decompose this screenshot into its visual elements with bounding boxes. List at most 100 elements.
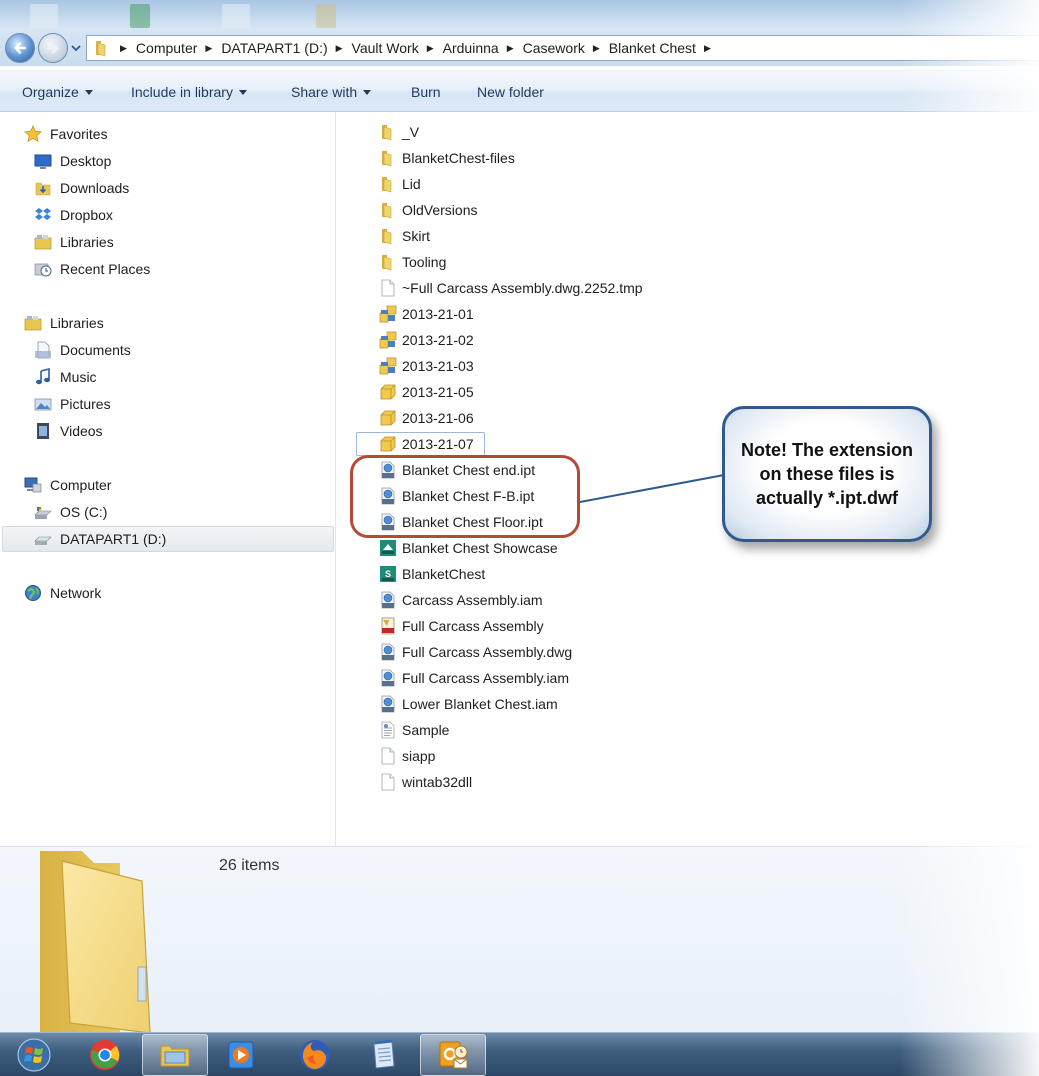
titlebar-ghost-icon bbox=[222, 4, 250, 28]
taskbar-firefox[interactable] bbox=[282, 1034, 348, 1076]
taskbar-notepad[interactable] bbox=[350, 1034, 416, 1076]
part-icon bbox=[380, 436, 396, 452]
breadcrumb-item[interactable]: DATAPART1 (D:) bbox=[221, 40, 327, 56]
breadcrumb-item[interactable]: Arduinna bbox=[443, 40, 499, 56]
nav-item-libraries[interactable]: Libraries bbox=[24, 311, 104, 335]
documents-icon bbox=[35, 341, 51, 359]
desktop-icon bbox=[34, 154, 52, 169]
file-list-item[interactable]: Blanket Chest Showcase bbox=[379, 536, 558, 560]
breadcrumb-separator-icon[interactable]: ▶ bbox=[704, 43, 711, 54]
forward-arrow-icon bbox=[46, 42, 59, 54]
assembly-icon bbox=[379, 357, 397, 375]
new-folder-button[interactable]: New folder bbox=[477, 84, 544, 100]
nav-label: Dropbox bbox=[60, 207, 113, 223]
organize-button[interactable]: Organize bbox=[22, 84, 93, 100]
file-list-item[interactable]: Carcass Assembly.iam bbox=[379, 588, 543, 612]
breadcrumb-separator-icon[interactable]: ▶ bbox=[205, 43, 212, 54]
file-list-item[interactable]: 2013-21-06 bbox=[379, 406, 474, 430]
dwf-file-icon bbox=[379, 669, 397, 687]
file-list-item[interactable]: Lid bbox=[379, 172, 421, 196]
navigation-pane: Favorites Desktop Downloads Dropbox Libr… bbox=[0, 112, 336, 846]
nav-item-downloads[interactable]: Downloads bbox=[34, 176, 129, 200]
nav-label: Desktop bbox=[60, 153, 112, 169]
text-file-icon bbox=[381, 721, 395, 739]
showcase-file-icon bbox=[380, 540, 396, 556]
folder-icon bbox=[382, 125, 392, 141]
breadcrumb-separator-icon[interactable]: ▶ bbox=[507, 43, 514, 54]
nav-item-favorites[interactable]: Favorites bbox=[24, 122, 108, 146]
callout-text: Note! The extension on these files is ac… bbox=[740, 440, 914, 508]
breadcrumb-item[interactable]: Blanket Chest bbox=[609, 40, 696, 56]
breadcrumb-item[interactable]: Casework bbox=[523, 40, 585, 56]
back-button[interactable] bbox=[5, 33, 35, 63]
file-list-item[interactable]: Full Carcass Assembly.dwg bbox=[379, 640, 572, 664]
taskbar-chrome[interactable] bbox=[72, 1034, 138, 1076]
breadcrumb-separator-icon[interactable]: ▶ bbox=[593, 43, 600, 54]
file-list-item[interactable]: _V bbox=[379, 120, 419, 144]
taskbar-media-player[interactable] bbox=[208, 1034, 274, 1076]
address-bar[interactable]: ▶ Computer ▶ DATAPART1 (D:) ▶ Vault Work… bbox=[86, 35, 1039, 61]
nav-item-documents[interactable]: Documents bbox=[34, 338, 131, 362]
file-list-item[interactable]: wintab32dll bbox=[379, 770, 472, 794]
include-in-library-label: Include in library bbox=[131, 84, 233, 100]
file-list-item[interactable]: Lower Blanket Chest.iam bbox=[379, 692, 558, 716]
share-with-button[interactable]: Share with bbox=[291, 84, 372, 100]
nav-item-libraries-favorite[interactable]: Libraries bbox=[34, 230, 114, 254]
file-list-item[interactable]: ~Full Carcass Assembly.dwg.2252.tmp bbox=[379, 276, 643, 300]
file-list-item[interactable]: Full Carcass Assembly bbox=[379, 614, 544, 638]
file-list-item[interactable]: OldVersions bbox=[379, 198, 477, 222]
taskbar-explorer[interactable] bbox=[142, 1034, 208, 1076]
file-list-item[interactable]: BlanketChest-files bbox=[379, 146, 515, 170]
nav-label: Favorites bbox=[50, 126, 108, 142]
command-toolbar: Organize Include in library Share with B… bbox=[0, 70, 1039, 112]
file-list-item[interactable]: 2013-21-07 bbox=[379, 432, 474, 456]
nav-item-pictures[interactable]: Pictures bbox=[34, 392, 111, 416]
nav-item-network[interactable]: Network bbox=[24, 581, 101, 605]
file-list-item[interactable]: 2013-21-03 bbox=[379, 354, 474, 378]
breadcrumb-separator-icon[interactable]: ▶ bbox=[120, 43, 127, 54]
part-icon bbox=[379, 435, 397, 453]
file-list-item[interactable]: Sample bbox=[379, 718, 449, 742]
blank-file-icon bbox=[381, 747, 395, 765]
file-list-item[interactable]: 2013-21-05 bbox=[379, 380, 474, 404]
libraries-icon bbox=[24, 316, 42, 331]
file-list-item[interactable]: 2013-21-01 bbox=[379, 302, 474, 326]
network-icon bbox=[25, 585, 41, 601]
breadcrumb-item[interactable]: Computer bbox=[136, 40, 197, 56]
nav-item-desktop[interactable]: Desktop bbox=[34, 149, 111, 173]
nav-item-dropbox[interactable]: Dropbox bbox=[34, 203, 113, 227]
file-name: Full Carcass Assembly.iam bbox=[402, 670, 570, 686]
file-list-item[interactable]: Tooling bbox=[379, 250, 446, 274]
start-button[interactable] bbox=[6, 1034, 62, 1076]
nav-item-datapart1[interactable]: DATAPART1 (D:) bbox=[34, 527, 166, 551]
nav-item-os-c[interactable]: OS (C:) bbox=[34, 500, 107, 524]
recent-places-icon bbox=[34, 263, 52, 277]
forward-button[interactable] bbox=[38, 33, 68, 63]
file-list-item[interactable]: siapp bbox=[379, 744, 435, 768]
file-list-item[interactable]: 2013-21-02 bbox=[379, 328, 474, 352]
dwg-file-icon bbox=[381, 617, 395, 635]
nav-item-music[interactable]: Music bbox=[34, 365, 97, 389]
burn-button[interactable]: Burn bbox=[411, 84, 441, 100]
recent-pages-dropdown-icon[interactable] bbox=[70, 43, 82, 53]
breadcrumb-item[interactable]: Vault Work bbox=[352, 40, 419, 56]
inventor-file-icon: S bbox=[379, 565, 397, 583]
file-list-item[interactable]: S BlanketChest bbox=[379, 562, 485, 586]
breadcrumb-separator-icon[interactable]: ▶ bbox=[427, 43, 434, 54]
file-list-item[interactable]: Full Carcass Assembly.iam bbox=[379, 666, 569, 690]
folder-icon bbox=[40, 851, 151, 1033]
file-list-item[interactable]: Skirt bbox=[379, 224, 430, 248]
titlebar-ghost-icon bbox=[316, 4, 336, 28]
nav-item-computer[interactable]: Computer bbox=[24, 473, 111, 497]
file-name: 2013-21-07 bbox=[402, 436, 474, 452]
organize-label: Organize bbox=[22, 84, 79, 100]
downloads-folder-icon bbox=[35, 182, 51, 196]
breadcrumb-separator-icon[interactable]: ▶ bbox=[336, 43, 343, 54]
hard-drive-icon bbox=[34, 536, 52, 545]
dropbox-icon bbox=[35, 208, 51, 220]
nav-item-recent-places[interactable]: Recent Places bbox=[34, 257, 150, 281]
file-name: Full Carcass Assembly bbox=[402, 618, 544, 634]
include-in-library-button[interactable]: Include in library bbox=[131, 84, 247, 100]
nav-item-videos[interactable]: Videos bbox=[34, 419, 103, 443]
taskbar-outlook[interactable] bbox=[420, 1034, 486, 1076]
